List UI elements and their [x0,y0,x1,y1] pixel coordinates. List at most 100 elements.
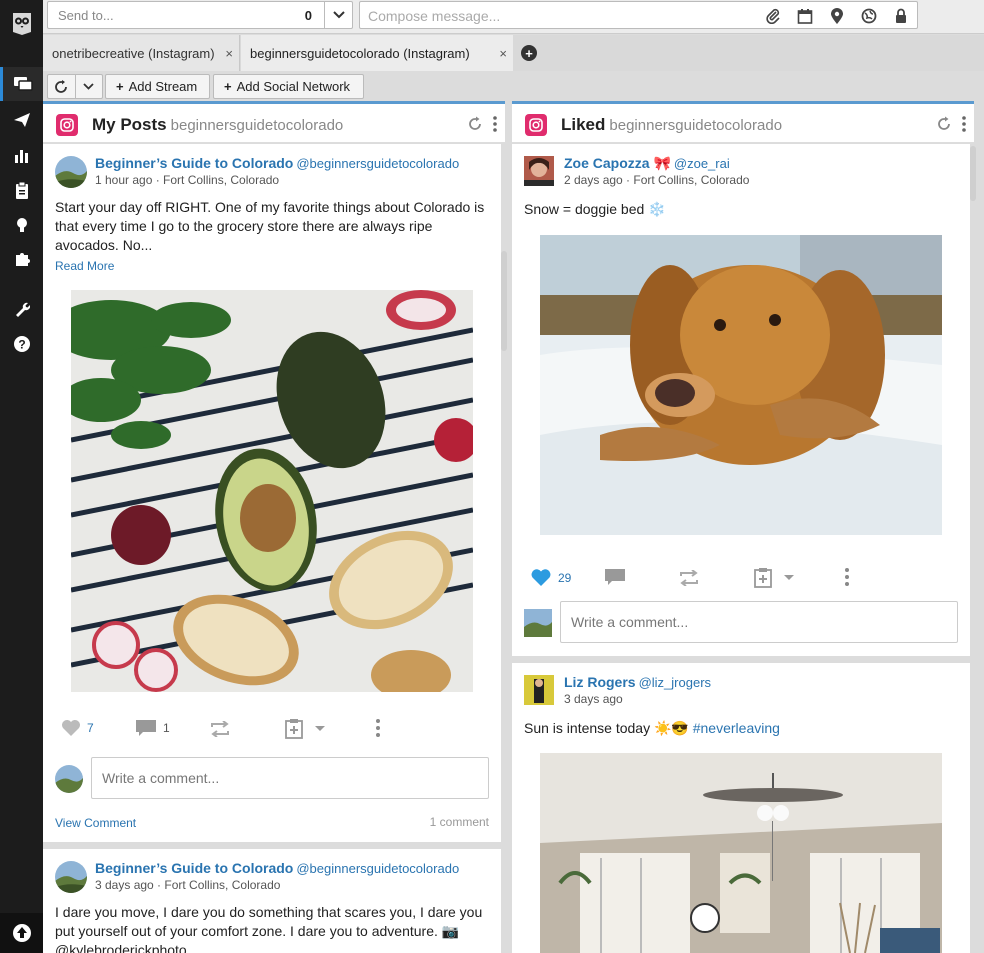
more-options-icon[interactable] [493,116,497,135]
author-name[interactable]: Beginner’s Guide to Colorado [95,860,293,876]
tab-onetribecreative[interactable]: onetribecreative (Instagram) × [43,35,240,71]
author-handle[interactable]: @liz_jrogers [639,675,711,690]
tab-bar: onetribecreative (Instagram) × beginners… [43,35,984,71]
author-name[interactable]: Zoe Capozza 🎀 [564,155,671,171]
more-options-icon[interactable] [376,719,380,737]
add-social-network-button[interactable]: + Add Social Network [213,74,364,99]
stream-my-posts: My Posts beginnersguidetocolorado Beginne… [43,101,507,953]
avatar [55,765,83,793]
more-options-icon[interactable] [962,116,966,135]
app-directory-puzzle-icon[interactable] [0,242,43,276]
stream-account: beginnersguidetocolorado [609,117,783,134]
stream-header: Liked beginnersguidetocolorado [512,101,974,143]
add-stream-label: Add Stream [128,79,198,94]
post-text-body: Sun is intense today ☀️😎 [524,720,689,736]
scrollbar[interactable] [970,146,976,201]
post-text: Start your day off RIGHT. One of my favo… [55,199,485,253]
add-to-content-icon[interactable] [754,568,796,588]
tab-beginnersguidetocolorado[interactable]: beginnersguidetocolorado (Instagram) × [241,35,513,71]
like-count: 29 [558,570,572,585]
compose-message-input[interactable]: Compose message... [359,1,918,29]
post-text: Snow = doggie bed ❄️ [524,201,666,217]
targeting-globe-icon[interactable] [859,7,879,25]
post-photo[interactable] [71,290,473,692]
more-options-icon[interactable] [845,568,849,586]
comment-button[interactable] [604,568,626,586]
stream-account: beginnersguidetocolorado [170,117,344,134]
post-photo[interactable] [540,753,942,953]
comment-input[interactable]: Write a comment... [91,757,489,799]
author-name[interactable]: Beginner’s Guide to Colorado [95,155,293,171]
upgrade-arrow-icon[interactable] [0,913,43,953]
comment-input[interactable]: Write a comment... [560,601,958,643]
help-icon[interactable]: ? [0,327,43,361]
refresh-icon[interactable] [48,75,75,98]
streams-icon[interactable] [0,67,43,101]
comment-count-label: 1 comment [429,815,489,829]
send-to-placeholder: Send to... [58,8,114,23]
assignments-icon[interactable] [0,173,43,207]
scrollbar[interactable] [501,251,507,351]
post-meta: 1 hour ago · Fort Collins, Colorado [95,173,280,187]
repost-icon[interactable] [678,570,700,586]
hashtag-link[interactable]: #neverleaving [693,720,780,736]
comment-count: 1 [163,721,170,735]
streams-toolbar: + Add Stream + Add Social Network [43,71,984,101]
post-author[interactable]: Zoe Capozza 🎀 @zoe_rai [564,155,730,172]
post-author[interactable]: Beginner’s Guide to Colorado @beginnersgu… [95,860,459,876]
post-actions: 29 [512,564,970,594]
refresh-icon[interactable] [467,116,483,135]
repost-icon[interactable] [209,721,231,737]
view-comment-link[interactable]: View Comment [55,816,136,830]
analytics-icon[interactable] [0,138,43,172]
comment-button[interactable]: 1 [135,719,170,737]
post-author[interactable]: Beginner’s Guide to Colorado @beginnersgu… [95,155,459,171]
tab-label: beginnersguidetocolorado (Instagram) [250,45,470,61]
author-handle[interactable]: @beginnersguidetocolorado [296,861,459,876]
like-button[interactable]: 7 [61,719,94,737]
refresh-icon[interactable] [936,116,952,135]
post-author[interactable]: Liz Rogers @liz_jrogers [564,674,711,690]
privacy-lock-icon[interactable] [891,7,911,25]
add-stream-button[interactable]: + Add Stream [105,74,210,99]
add-tab-plus-icon[interactable]: + [521,45,537,61]
refresh-streams-group [47,74,103,99]
avatar[interactable] [524,156,554,186]
like-count: 7 [87,721,94,735]
post-meta: 3 days ago [564,692,623,706]
settings-wrench-icon[interactable] [0,292,43,326]
avatar [524,609,552,637]
like-button[interactable]: 29 [530,568,571,587]
contests-icon[interactable] [0,207,43,241]
author-handle[interactable]: @beginnersguidetocolorado [296,156,459,171]
send-to-field[interactable]: Send to... 0 [47,1,353,29]
schedule-calendar-icon[interactable] [795,7,815,25]
add-to-content-icon[interactable] [285,719,327,739]
attach-paperclip-icon[interactable] [763,7,783,25]
post-card: Beginner’s Guide to Colorado @beginnersgu… [43,849,501,953]
instagram-icon [525,114,547,136]
avatar[interactable] [55,156,87,188]
compose-placeholder: Compose message... [368,8,501,24]
read-more-link[interactable]: Read More [55,259,114,273]
close-tab-icon[interactable]: × [499,46,507,61]
avatar[interactable] [55,861,87,893]
left-sidebar: ? [0,0,43,953]
chevron-down-icon[interactable] [324,2,352,28]
post-meta: 3 days ago · Fort Collins, Colorado [95,878,281,892]
stream-title: Liked beginnersguidetocolorado [561,115,782,135]
post-photo[interactable] [540,235,942,535]
publisher-icon[interactable] [0,103,43,137]
hootsuite-owl-logo-icon[interactable] [0,0,43,46]
author-name[interactable]: Liz Rogers [564,674,636,690]
author-handle[interactable]: @zoe_rai [674,156,730,171]
post-card: Beginner’s Guide to Colorado @beginnersgu… [43,144,501,842]
chevron-down-icon[interactable] [74,75,103,98]
location-pin-icon[interactable] [827,7,847,25]
stream-title-text: My Posts [92,115,167,134]
stream-liked: Liked beginnersguidetocolorado Zoe Capozz… [512,101,976,953]
plus-icon: + [224,79,232,94]
svg-text:?: ? [18,338,25,352]
close-tab-icon[interactable]: × [225,46,233,61]
avatar[interactable] [524,675,554,705]
